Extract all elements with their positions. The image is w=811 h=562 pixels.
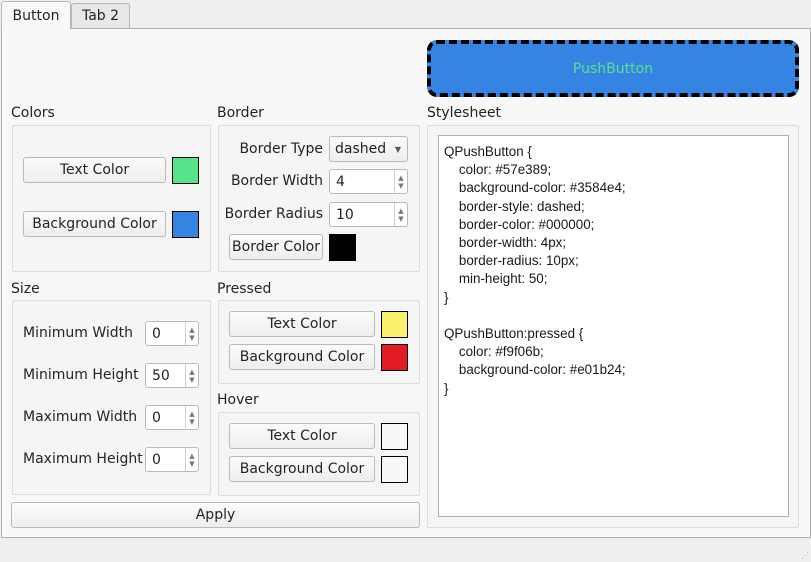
spin-arrows-icon[interactable]: ▲ ▼ [394,170,407,193]
stylesheet-editor[interactable]: QPushButton { color: #57e389; background… [438,135,789,517]
text-color-swatch [172,157,199,184]
chevron-down-icon: ▼ [394,144,401,154]
border-radius-label: Border Radius [224,206,323,222]
hover-text-color-button[interactable]: Text Color [229,423,375,449]
spin-arrows-icon[interactable]: ▲ ▼ [394,203,407,226]
border-radius-value: 10 [336,206,354,223]
tab-2[interactable]: Tab 2 [71,3,130,28]
stylesheet-group-title: Stylesheet [427,105,502,121]
minimum-height-value: 50 [152,367,170,384]
pressed-background-color-swatch [381,344,408,371]
spin-arrows-icon[interactable]: ▲ ▼ [185,364,198,387]
border-type-value: dashed [335,141,387,157]
apply-button[interactable]: Apply [11,502,420,528]
background-color-button[interactable]: Background Color [23,211,166,237]
minimum-height-label: Minimum Height [23,367,139,383]
spin-arrows-icon[interactable]: ▲ ▼ [185,406,198,429]
hover-group-title: Hover [217,392,259,408]
size-group-title: Size [11,281,40,297]
spin-arrows-icon[interactable]: ▲ ▼ [185,322,198,345]
pressed-text-color-swatch [381,311,408,338]
maximum-width-spinbox[interactable]: 0 ▲ ▼ [145,405,199,430]
hover-background-color-swatch [381,456,408,483]
minimum-width-value: 0 [152,325,161,342]
hover-text-color-swatch [381,423,408,450]
border-type-combo[interactable]: dashed ▼ [329,136,408,162]
border-group-title: Border [217,105,264,121]
border-type-label: Border Type [239,141,323,157]
colors-group [12,125,211,272]
pressed-group-title: Pressed [217,281,272,297]
resize-grip-icon[interactable]: ⋰ [801,551,809,560]
border-width-label: Border Width [230,173,323,189]
maximum-width-value: 0 [152,409,161,426]
border-color-swatch [329,234,356,261]
minimum-width-spinbox[interactable]: 0 ▲ ▼ [145,321,199,346]
spin-arrows-icon[interactable]: ▲ ▼ [185,448,198,471]
minimum-width-label: Minimum Width [23,325,134,341]
maximum-height-spinbox[interactable]: 0 ▲ ▼ [145,447,199,472]
text-color-button[interactable]: Text Color [23,157,166,183]
colors-group-title: Colors [11,105,55,121]
maximum-height-value: 0 [152,451,161,468]
preview-push-button[interactable]: PushButton [427,40,799,97]
tab-button[interactable]: Button [1,1,71,29]
maximum-height-label: Maximum Height [23,451,143,467]
border-width-spinbox[interactable]: 4 ▲ ▼ [329,169,408,194]
background-color-swatch [172,211,199,238]
minimum-height-spinbox[interactable]: 50 ▲ ▼ [145,363,199,388]
border-radius-spinbox[interactable]: 10 ▲ ▼ [329,202,408,227]
hover-background-color-button[interactable]: Background Color [229,456,375,482]
pressed-background-color-button[interactable]: Background Color [229,344,375,370]
border-color-button[interactable]: Border Color [229,234,323,260]
border-width-value: 4 [336,173,345,190]
pressed-text-color-button[interactable]: Text Color [229,311,375,337]
maximum-width-label: Maximum Width [23,409,138,425]
